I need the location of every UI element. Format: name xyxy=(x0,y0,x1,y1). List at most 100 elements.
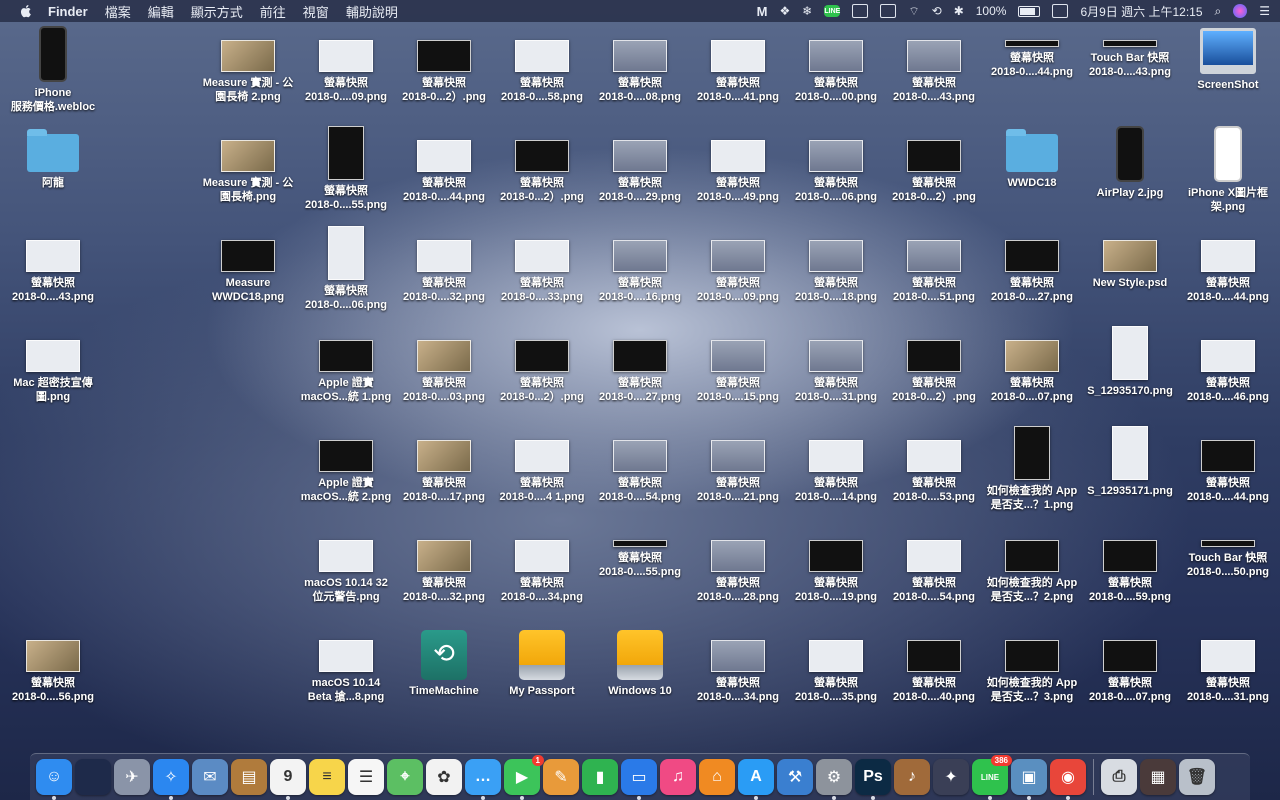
desktop-file[interactable]: 螢幕快照 2018-0....09.png xyxy=(690,226,786,304)
battery-icon[interactable] xyxy=(1018,5,1041,17)
desktop-file[interactable]: S_12935171.png xyxy=(1082,426,1178,498)
final-cut-icon[interactable]: ✦ xyxy=(933,759,969,795)
battery-percent[interactable]: 100% xyxy=(976,4,1007,18)
desktop-file[interactable]: Windows 10 xyxy=(592,626,688,698)
desktop-file[interactable]: Touch Bar 快照 2018-0....43.png xyxy=(1082,26,1178,79)
desktop-file[interactable]: 螢幕快照 2018-0....27.png xyxy=(592,326,688,404)
line-icon[interactable]: LINE 386 xyxy=(972,755,1012,800)
input-method-icon[interactable] xyxy=(1052,4,1069,18)
mail-bird-icon[interactable]: ✉ xyxy=(192,759,228,795)
desktop-file[interactable]: 螢幕快照 2018-0....44.png xyxy=(396,126,492,204)
spotlight-search-icon[interactable]: ⌕ xyxy=(1215,4,1222,18)
menu-view[interactable]: 顯示方式 xyxy=(191,2,243,21)
desktop-file[interactable]: S_12935170.png xyxy=(1082,326,1178,398)
messages-icon[interactable]: … xyxy=(465,759,501,800)
notification-center-icon[interactable]: ☰ xyxy=(1259,4,1270,18)
desktop-file[interactable]: 螢幕快照 2018-0....34.png xyxy=(690,626,786,704)
menu-go[interactable]: 前往 xyxy=(260,2,286,21)
ibooks-icon[interactable]: ⌂ xyxy=(699,759,735,795)
app-store-icon[interactable]: A xyxy=(738,759,774,800)
blank-app-icon[interactable] xyxy=(75,759,111,795)
desktop-file[interactable]: 螢幕快照 2018-0....06.png xyxy=(788,126,884,204)
system-preferences-icon[interactable]: ⚙ xyxy=(816,759,852,800)
desktop-file[interactable]: 螢幕快照 2018-0....08.png xyxy=(592,26,688,104)
chrome-icon[interactable]: ◉ xyxy=(1050,759,1086,800)
line-status-icon[interactable]: LINE xyxy=(824,5,841,17)
desktop-file[interactable]: 螢幕快照 2018-0....49.png xyxy=(690,126,786,204)
desktop-file[interactable]: 螢幕快照 2018-0....18.png xyxy=(788,226,884,304)
bluetooth-icon[interactable]: ✱ xyxy=(954,4,964,18)
trash-icon[interactable]: 🗑 xyxy=(1179,759,1215,795)
desktop-file[interactable]: 螢幕快照 2018-0....4 1.png xyxy=(494,426,590,504)
menu-window[interactable]: 視窗 xyxy=(303,2,329,21)
desktop-file[interactable]: 螢幕快照 2018-0....29.png xyxy=(592,126,688,204)
desktop-file[interactable]: AirPlay 2.jpg xyxy=(1082,126,1178,200)
desktop-file[interactable]: 螢幕快照 2018-0....43.png xyxy=(5,226,101,304)
numbers-icon[interactable]: ▮ xyxy=(582,759,618,795)
desktop-file[interactable]: 螢幕快照 2018-0....31.png xyxy=(788,326,884,404)
photos-icon[interactable]: ✿ xyxy=(426,759,462,795)
desktop-file[interactable]: 螢幕快照 2018-0....00.png xyxy=(788,26,884,104)
window-tile-icon[interactable] xyxy=(880,4,897,18)
desktop-file[interactable]: 螢幕快照 2018-0....07.png xyxy=(1082,626,1178,704)
desktop-file[interactable]: 螢幕快照 2018-0....44.png xyxy=(1180,426,1276,504)
desktop-file[interactable]: My Passport xyxy=(494,626,590,698)
menu-edit[interactable]: 編輯 xyxy=(148,2,174,21)
desktop-file[interactable]: WWDC18 xyxy=(984,126,1080,190)
desktop-file[interactable]: Touch Bar 快照 2018-0....50.png xyxy=(1180,526,1276,579)
desktop-file[interactable]: 螢幕快照 2018-0....56.png xyxy=(5,626,101,704)
keynote-icon[interactable]: ▭ xyxy=(621,759,657,800)
menu-finder[interactable]: Finder xyxy=(48,4,88,19)
launchpad-icon[interactable]: ✈ xyxy=(114,759,150,795)
desktop-file[interactable]: 螢幕快照 2018-0....19.png xyxy=(788,526,884,604)
desktop-file[interactable]: 螢幕快照 2018-0....07.png xyxy=(984,326,1080,404)
maps-icon[interactable]: ⌖ xyxy=(387,759,423,795)
desktop-file[interactable]: New Style.psd xyxy=(1082,226,1178,290)
desktop-file[interactable]: macOS 10.14 Beta 搶...8.png xyxy=(298,626,394,704)
desktop-file[interactable]: Measure WWDC18.png xyxy=(200,226,296,304)
desktop-file[interactable]: ScreenShot xyxy=(1180,26,1276,92)
keynote-pen-icon[interactable]: ✎ xyxy=(543,759,579,795)
desktop-file[interactable]: 螢幕快照 2018-0....32.png xyxy=(396,226,492,304)
siri-icon[interactable] xyxy=(1233,4,1248,18)
desktop-file[interactable]: 阿龍 xyxy=(5,126,101,190)
time-machine-status-icon[interactable]: ⟲ xyxy=(932,4,942,18)
safari-icon[interactable]: ✧ xyxy=(153,759,189,800)
desktop-file[interactable]: 螢幕快照 2018-0....32.png xyxy=(396,526,492,604)
desktop-file[interactable]: 螢幕快照 2018-0....44.png xyxy=(1180,226,1276,304)
desktop-file[interactable]: 螢幕快照 2018-0....16.png xyxy=(592,226,688,304)
garageband-icon[interactable]: ♪ xyxy=(894,759,930,795)
photoshop-icon[interactable]: Ps xyxy=(855,759,891,800)
desktop-file[interactable]: 螢幕快照 2018-0....43.png xyxy=(886,26,982,104)
snowflake-icon[interactable]: ❄ xyxy=(802,4,812,18)
desktop-file[interactable]: 螢幕快照 2018-0....35.png xyxy=(788,626,884,704)
desktop-file[interactable]: 螢幕快照 2018-0....06.png xyxy=(298,226,394,312)
desktop-file[interactable]: 螢幕快照 2018-0....51.png xyxy=(886,226,982,304)
finder-icon[interactable]: ☺ xyxy=(36,759,72,800)
desktop-file[interactable]: 螢幕快照 2018-0....09.png xyxy=(298,26,394,104)
calendar-icon[interactable]: 9 xyxy=(270,759,306,800)
desktop-file[interactable]: 螢幕快照 2018-0....58.png xyxy=(494,26,590,104)
wifi-icon[interactable]: ⌔ xyxy=(908,4,919,18)
apple-menu-icon[interactable] xyxy=(18,3,34,19)
desktop-file[interactable]: Apple 證實 macOS...統 2.png xyxy=(298,426,394,504)
airplay-icon[interactable] xyxy=(852,4,869,18)
desktop-file[interactable]: Measure 實測 - 公園長椅.png xyxy=(200,126,296,204)
notes-icon[interactable]: ≡ xyxy=(309,759,345,795)
desktop-file[interactable]: 如何檢查我的 App 是否支...？3.png xyxy=(984,626,1080,704)
clock[interactable]: 6月9日 週六 上午12:15 xyxy=(1080,3,1202,20)
menu-help[interactable]: 輔助說明 xyxy=(346,2,398,21)
menu-file[interactable]: 檔案 xyxy=(105,2,131,21)
desktop-file[interactable]: 螢幕快照 2018-0....34.png xyxy=(494,526,590,604)
itunes-icon[interactable]: ♫ xyxy=(660,759,696,795)
downloads-stack-icon[interactable]: ▦ xyxy=(1140,759,1176,795)
desktop-file[interactable]: 螢幕快照 2018-0....53.png xyxy=(886,426,982,504)
desktop-file[interactable]: 螢幕快照 2018-0....33.png xyxy=(494,226,590,304)
desktop-file[interactable]: macOS 10.14 32 位元警告.png xyxy=(298,526,394,604)
desktop-file[interactable]: 螢幕快照 2018-0....03.png xyxy=(396,326,492,404)
desktop-file[interactable]: 螢幕快照 2018-0...2）.png xyxy=(396,26,492,104)
desktop-file[interactable]: 螢幕快照 2018-0....55.png xyxy=(298,126,394,212)
desktop-file[interactable]: 螢幕快照 2018-0....59.png xyxy=(1082,526,1178,604)
desktop-file[interactable]: 如何檢查我的 App 是否支...？1.png xyxy=(984,426,1080,512)
desktop-file[interactable]: Mac 超密技宣傳 圖.png xyxy=(5,326,101,404)
